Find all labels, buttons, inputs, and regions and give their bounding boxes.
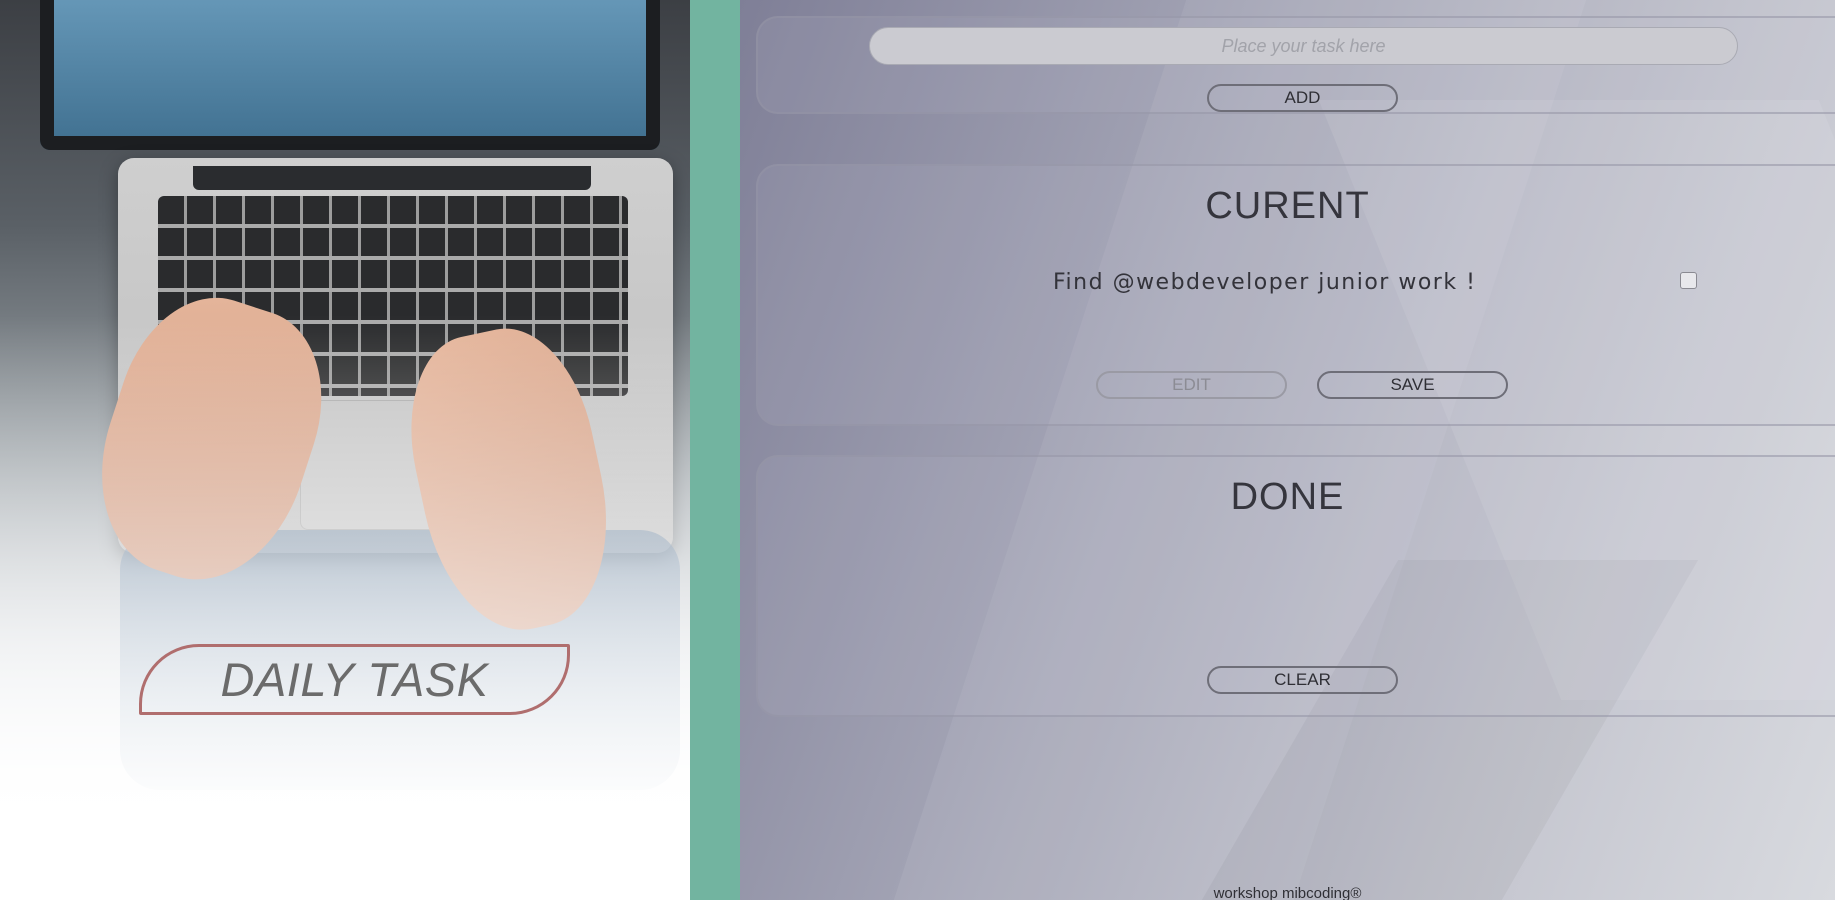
done-section-title: DONE (1230, 476, 1345, 518)
hero-title: DAILY TASK (139, 644, 570, 715)
accent-separator (690, 0, 740, 900)
task-app-panel: ADD CURENT Find @webdeveloper junior wor… (740, 0, 1835, 900)
save-button[interactable]: SAVE (1317, 371, 1508, 399)
current-section-title: CURENT (1205, 185, 1370, 227)
hero-photo: DAILY TASK (0, 0, 690, 900)
current-task-text: Find @webdeveloper junior work ! (1053, 270, 1477, 295)
footer-credit: workshop mibcoding® (1213, 885, 1362, 900)
task-checkbox[interactable] (1680, 272, 1697, 289)
add-button[interactable]: ADD (1207, 84, 1398, 112)
photo-fade-overlay (0, 0, 690, 900)
edit-button[interactable]: EDIT (1096, 371, 1287, 399)
task-input[interactable] (869, 27, 1738, 65)
clear-button[interactable]: CLEAR (1207, 666, 1398, 694)
